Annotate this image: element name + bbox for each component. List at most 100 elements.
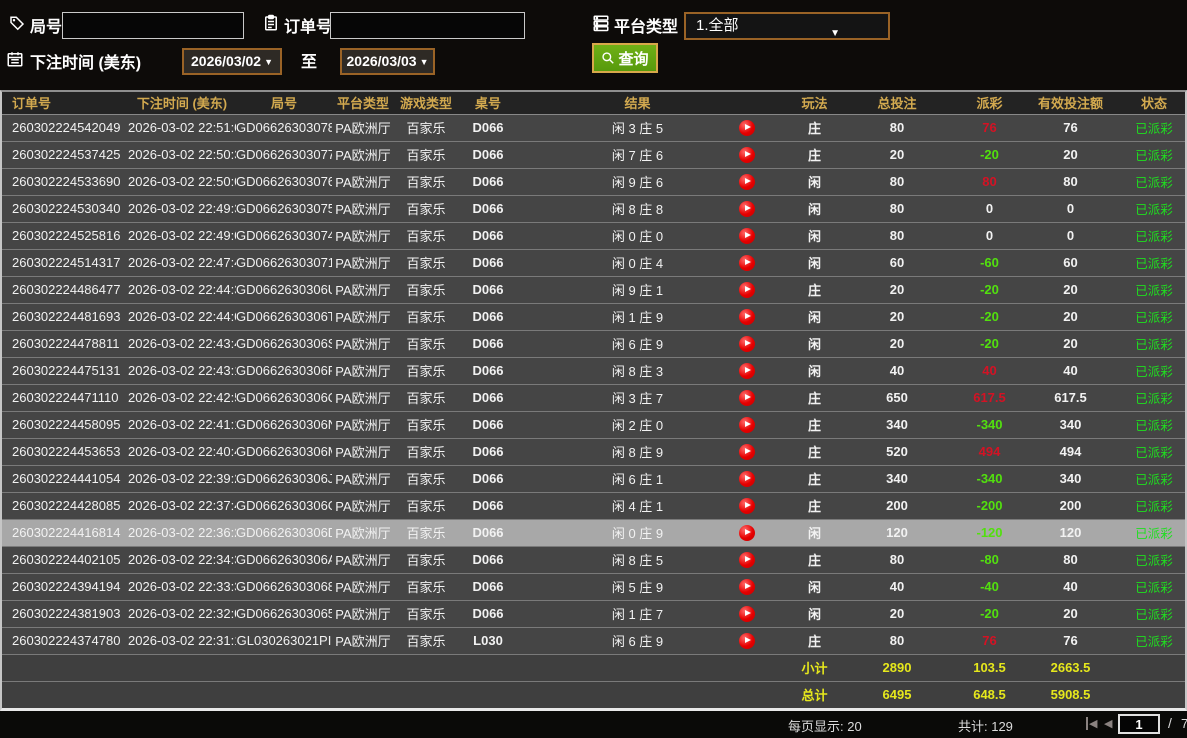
- table-row[interactable]: 2603022244021052026-03-02 22:34:37GD0662…: [2, 546, 1187, 573]
- cell-total-bet: 60: [837, 249, 957, 276]
- cell-play-type: 庄: [792, 141, 837, 168]
- cell-play-type: 闲: [792, 357, 837, 384]
- cell-platform: PA欧洲厅: [332, 546, 394, 573]
- prev-page-icon[interactable]: ◀: [1104, 717, 1112, 730]
- cell-game-type: 百家乐: [394, 222, 458, 249]
- cell-platform: PA欧洲厅: [332, 114, 394, 141]
- table-row[interactable]: 2603022244580952026-03-02 22:41:18GD0662…: [2, 411, 1187, 438]
- cell-game-type: 百家乐: [394, 168, 458, 195]
- cell-order-no: 260302224458095: [2, 411, 128, 438]
- page-number-input[interactable]: [1118, 714, 1160, 734]
- table-row[interactable]: 2603022243941942026-03-02 22:33:37GD0662…: [2, 573, 1187, 600]
- table-row[interactable]: 2603022244751312026-03-02 22:43:19GD0662…: [2, 357, 1187, 384]
- table-row[interactable]: 2603022245258162026-03-02 22:49:06GD0662…: [2, 222, 1187, 249]
- cell-bet-time: 2026-03-02 22:36:23: [128, 519, 236, 546]
- table-row[interactable]: 2603022244816932026-03-02 22:44:05GD0662…: [2, 303, 1187, 330]
- replay-play-icon[interactable]: [739, 444, 755, 460]
- date-to-picker[interactable]: 2026/03/03▼: [340, 48, 435, 75]
- round-no-input[interactable]: [62, 12, 244, 39]
- table-row[interactable]: 2603022243747802026-03-02 22:31:17GL0302…: [2, 627, 1187, 654]
- replay-play-icon[interactable]: [739, 363, 755, 379]
- replay-play-icon[interactable]: [739, 525, 755, 541]
- cell-table-no: D066: [458, 546, 518, 573]
- cell-round-no: GD06626303077: [236, 141, 332, 168]
- replay-play-icon[interactable]: [739, 498, 755, 514]
- replay-play-icon[interactable]: [739, 417, 755, 433]
- orders-table: 订单号 下注时间 (美东) 局号 平台类型 游戏类型 桌号 结果 玩法 总投注 …: [2, 92, 1187, 709]
- cell-valid-bet: 20: [1022, 330, 1119, 357]
- replay-play-icon[interactable]: [739, 633, 755, 649]
- cell-valid-bet: 40: [1022, 573, 1119, 600]
- table-row[interactable]: 2603022244711102026-03-02 22:42:52GD0662…: [2, 384, 1187, 411]
- cell-round-no: GD06626303065: [236, 600, 332, 627]
- cell-status: 已派彩: [1119, 330, 1187, 357]
- subtotal-row: 小计 2890 103.5 2663.5: [2, 654, 1187, 681]
- cell-game-type: 百家乐: [394, 114, 458, 141]
- cell-payout: 40: [957, 357, 1022, 384]
- cell-status: 已派彩: [1119, 222, 1187, 249]
- table-row[interactable]: 2603022245420492026-03-02 22:51:02GD0662…: [2, 114, 1187, 141]
- replay-play-icon[interactable]: [739, 282, 755, 298]
- cell-game-type: 百家乐: [394, 600, 458, 627]
- table-row[interactable]: 2603022243819032026-03-02 22:32:08GD0662…: [2, 600, 1187, 627]
- round-no-label: 局号: [30, 13, 62, 37]
- replay-play-icon[interactable]: [739, 336, 755, 352]
- table-row[interactable]: 2603022245303402026-03-02 22:49:38GD0662…: [2, 195, 1187, 222]
- replay-play-icon[interactable]: [739, 309, 755, 325]
- replay-play-icon[interactable]: [739, 120, 755, 136]
- cell-game-type: 百家乐: [394, 249, 458, 276]
- replay-play-icon[interactable]: [739, 579, 755, 595]
- platform-type-label: 平台类型: [614, 13, 678, 37]
- cell-payout: -20: [957, 303, 1022, 330]
- table-row[interactable]: 2603022244536532026-03-02 22:40:45GD0662…: [2, 438, 1187, 465]
- cell-bet-time: 2026-03-02 22:44:05: [128, 303, 236, 330]
- cell-table-no: D066: [458, 195, 518, 222]
- replay-play-icon[interactable]: [739, 147, 755, 163]
- cell-replay: [702, 330, 792, 357]
- cell-valid-bet: 200: [1022, 492, 1119, 519]
- cell-table-no: D066: [458, 519, 518, 546]
- cell-play-type: 庄: [792, 465, 837, 492]
- order-no-input[interactable]: [330, 12, 525, 39]
- platform-type-select[interactable]: 1.全部 ▼: [684, 12, 890, 40]
- cell-round-no: GD06626303068: [236, 573, 332, 600]
- first-page-icon[interactable]: ◀: [1086, 717, 1097, 730]
- replay-play-icon[interactable]: [739, 471, 755, 487]
- table-row[interactable]: 2603022245336902026-03-02 22:50:01GD0662…: [2, 168, 1187, 195]
- replay-play-icon[interactable]: [739, 228, 755, 244]
- replay-play-icon[interactable]: [739, 201, 755, 217]
- cell-game-type: 百家乐: [394, 465, 458, 492]
- cell-bet-time: 2026-03-02 22:42:52: [128, 384, 236, 411]
- cell-game-type: 百家乐: [394, 195, 458, 222]
- cell-play-type: 庄: [792, 384, 837, 411]
- replay-play-icon[interactable]: [739, 552, 755, 568]
- replay-play-icon[interactable]: [739, 390, 755, 406]
- cell-platform: PA欧洲厅: [332, 438, 394, 465]
- order-query-screen: 局号 订单号 平台类型 1.全部 ▼: [0, 0, 1187, 738]
- grand-total-total-bet: 6495: [837, 681, 957, 708]
- replay-play-icon[interactable]: [739, 174, 755, 190]
- cell-payout: -340: [957, 411, 1022, 438]
- table-row[interactable]: 2603022245143172026-03-02 22:47:45GD0662…: [2, 249, 1187, 276]
- cell-table-no: D066: [458, 357, 518, 384]
- table-row[interactable]: 2603022244168142026-03-02 22:36:23GD0662…: [2, 519, 1187, 546]
- cell-payout: 0: [957, 195, 1022, 222]
- cell-status: 已派彩: [1119, 357, 1187, 384]
- cell-bet-time: 2026-03-02 22:43:19: [128, 357, 236, 384]
- cell-round-no: GL030263021PI: [236, 627, 332, 654]
- date-from-picker[interactable]: 2026/03/02▼: [182, 48, 282, 75]
- table-row[interactable]: 2603022244280852026-03-02 22:37:47GD0662…: [2, 492, 1187, 519]
- table-row[interactable]: 2603022244864772026-03-02 22:44:36GD0662…: [2, 276, 1187, 303]
- cell-platform: PA欧洲厅: [332, 303, 394, 330]
- table-row[interactable]: 2603022244788112026-03-02 22:43:45GD0662…: [2, 330, 1187, 357]
- cell-total-bet: 80: [837, 114, 957, 141]
- table-row[interactable]: 2603022245374252026-03-02 22:50:31GD0662…: [2, 141, 1187, 168]
- replay-play-icon[interactable]: [739, 606, 755, 622]
- cell-replay: [702, 519, 792, 546]
- cell-replay: [702, 141, 792, 168]
- table-row[interactable]: 2603022244410542026-03-02 22:39:20GD0662…: [2, 465, 1187, 492]
- cell-total-bet: 40: [837, 573, 957, 600]
- replay-play-icon[interactable]: [739, 255, 755, 271]
- col-order-no: 订单号: [2, 92, 128, 114]
- search-button[interactable]: 查询: [592, 43, 658, 73]
